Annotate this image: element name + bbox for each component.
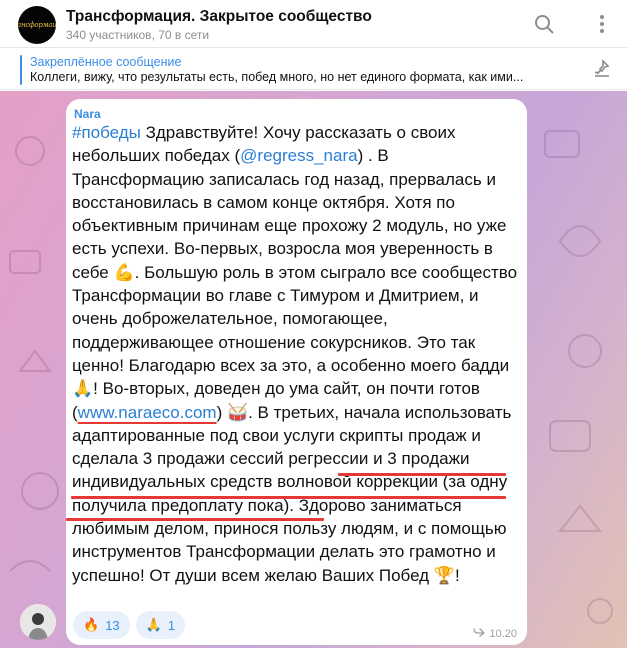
more-vertical-icon[interactable]: [588, 10, 616, 38]
pinned-accent-bar: [20, 55, 22, 85]
chat-subtitle: 340 участников, 70 в сети: [66, 28, 210, 42]
website-link[interactable]: www.naraeco.com: [78, 403, 217, 422]
reaction-count: 1: [167, 617, 176, 633]
reaction-pray[interactable]: 🙏 1: [135, 611, 186, 639]
group-logo: Трансформация: [18, 21, 56, 29]
hashtag-link[interactable]: #победы: [72, 123, 141, 142]
sender-avatar[interactable]: [20, 604, 56, 640]
highlighted-text: сделала 3 продажи: [72, 449, 225, 469]
pray-icon: 🙏: [145, 617, 162, 632]
annotation-underline: [338, 473, 506, 476]
pin-list-icon[interactable]: [588, 55, 616, 83]
group-avatar[interactable]: Трансформация: [18, 6, 56, 44]
pinned-text: Коллеги, вижу, что результаты есть, побе…: [30, 70, 524, 84]
reaction-count: 13: [105, 617, 120, 633]
pinned-message-bar[interactable]: Закреплённое сообщение Коллеги, вижу, чт…: [0, 49, 627, 90]
message-sender[interactable]: Nara: [74, 107, 101, 121]
message-meta: 10.20: [473, 627, 517, 640]
annotation-underline: [66, 518, 324, 521]
message-bubble[interactable]: Nara #победы Здравствуйте! Хочу рассказа…: [66, 99, 527, 645]
mention-link[interactable]: @regress_nara: [240, 146, 357, 165]
chat-area[interactable]: Nara #победы Здравствуйте! Хочу рассказа…: [0, 91, 627, 648]
pinned-label: Закреплённое сообщение: [30, 55, 182, 69]
search-icon[interactable]: [530, 10, 558, 38]
reaction-fire[interactable]: 🔥 13: [73, 611, 130, 639]
forwarded-icon: [473, 627, 486, 640]
annotation-underline: [71, 496, 506, 499]
fire-icon: 🔥: [83, 617, 100, 632]
reactions-row: 🔥 13 🙏 1: [73, 611, 186, 639]
chat-title: Трансформация. Закрытое сообщество: [66, 8, 372, 25]
chat-header: Трансформация Трансформация. Закрытое со…: [0, 0, 627, 48]
message-text-part: ) . В Трансформацию записалась год назад…: [72, 146, 518, 422]
chat-header-titles[interactable]: Трансформация. Закрытое сообщество 340 у…: [66, 7, 372, 43]
message-time: 10.20: [489, 627, 517, 640]
